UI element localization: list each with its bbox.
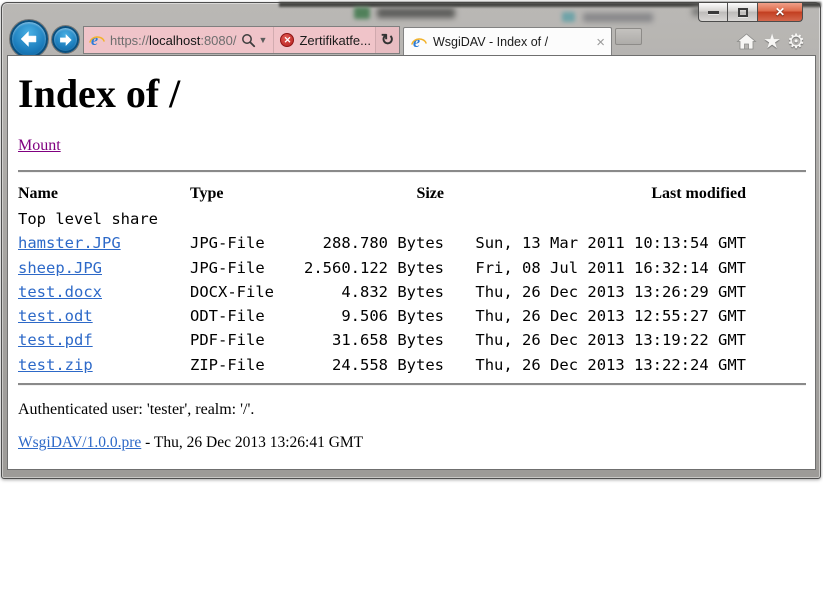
divider-top: [18, 170, 806, 173]
page-title: Index of /: [18, 72, 806, 116]
refresh-icon: ↻: [381, 30, 394, 50]
file-modified: Sun, 13 Mar 2011 10:13:54 GMT: [444, 231, 746, 255]
address-bar[interactable]: e https://localhost:8080/ ▼ ✕ Zertifikat…: [83, 26, 400, 54]
table-note-row: Top level share: [18, 207, 746, 231]
file-link[interactable]: sheep.JPG: [18, 259, 102, 277]
column-header: Size: [291, 181, 444, 207]
maximize-icon: [738, 8, 748, 17]
file-size: 24.558 Bytes: [291, 353, 444, 377]
file-link[interactable]: test.odt: [18, 307, 93, 325]
column-header: Name: [18, 181, 190, 207]
file-link[interactable]: hamster.JPG: [18, 234, 121, 252]
search-dropdown-caret-icon[interactable]: ▼: [259, 35, 268, 45]
svg-text:e: e: [91, 32, 98, 48]
file-modified: Thu, 26 Dec 2013 13:19:22 GMT: [444, 328, 746, 352]
table-row: test.odt ODT-File 9.506 Bytes Thu, 26 De…: [18, 304, 746, 328]
mount-link[interactable]: Mount: [18, 137, 61, 154]
certificate-error-icon: ✕: [280, 33, 294, 47]
forward-arrow-icon: [58, 33, 73, 47]
forward-button[interactable]: [52, 26, 79, 53]
file-modified: Thu, 26 Dec 2013 12:55:27 GMT: [444, 304, 746, 328]
home-icon[interactable]: [736, 32, 757, 52]
tab-wsgidav[interactable]: e WsgiDAV - Index of / ×: [403, 27, 612, 56]
table-row: hamster.JPG JPG-File 288.780 Bytes Sun, …: [18, 231, 746, 255]
file-size: 31.658 Bytes: [291, 328, 444, 352]
table-row: sheep.JPG JPG-File 2.560.122 Bytes Fri, …: [18, 256, 746, 280]
ie-tab-icon: e: [411, 34, 427, 50]
file-link[interactable]: test.docx: [18, 283, 102, 301]
file-type: JPG-File: [190, 231, 291, 255]
file-size: 2.560.122 Bytes: [291, 256, 444, 280]
file-link[interactable]: test.zip: [18, 356, 93, 374]
favorites-star-icon[interactable]: ★: [763, 32, 781, 52]
divider-bottom: [18, 383, 806, 386]
command-bar: ★ ⚙: [736, 32, 805, 52]
wsgidav-version-link[interactable]: WsgiDAV/1.0.0.pre: [18, 434, 141, 451]
refresh-button[interactable]: ↻: [375, 27, 399, 53]
close-icon: ✕: [775, 6, 785, 18]
wsgidav-index-page: Index of / Mount NameTypeSizeLast modifi…: [8, 72, 815, 452]
column-header: Last modified: [444, 181, 746, 207]
server-timestamp: - Thu, 26 Dec 2013 13:26:41 GMT: [141, 434, 363, 451]
background-blur-icon: [562, 12, 575, 22]
background-blur-text: [377, 8, 455, 18]
window-controls: ✕: [698, 3, 803, 22]
file-type: JPG-File: [190, 256, 291, 280]
back-button[interactable]: [10, 20, 48, 58]
tab-close-icon[interactable]: ×: [596, 35, 605, 50]
close-window-button[interactable]: ✕: [758, 3, 803, 22]
file-size: 9.506 Bytes: [291, 304, 444, 328]
new-tab-button[interactable]: [615, 28, 642, 45]
server-signature-line: WsgiDAV/1.0.0.pre - Thu, 26 Dec 2013 13:…: [18, 433, 806, 452]
table-row: test.zip ZIP-File 24.558 Bytes Thu, 26 D…: [18, 353, 746, 377]
file-size: 288.780 Bytes: [291, 231, 444, 255]
settings-gear-icon[interactable]: ⚙: [787, 32, 805, 52]
certificate-error-label: Zertifikatfe...: [299, 33, 371, 48]
maximize-button[interactable]: [728, 3, 758, 22]
auth-status-line: Authenticated user: 'tester', realm: '/'…: [18, 400, 806, 419]
file-size: 4.832 Bytes: [291, 280, 444, 304]
ie-favicon: e: [89, 32, 105, 48]
search-icon[interactable]: [241, 33, 256, 48]
file-modified: Thu, 26 Dec 2013 13:26:29 GMT: [444, 280, 746, 304]
file-listing-table: NameTypeSizeLast modified Top level shar…: [18, 181, 746, 377]
screenshot-stage: ✕ e https://localhost:8080/ ▼: [0, 0, 823, 600]
minimize-button[interactable]: [698, 3, 728, 22]
url-host: localhost: [149, 33, 200, 48]
minimize-icon: [708, 11, 719, 14]
table-row: test.docx DOCX-File 4.832 Bytes Thu, 26 …: [18, 280, 746, 304]
share-note: Top level share: [18, 207, 746, 231]
url-text[interactable]: https://localhost:8080/: [110, 33, 237, 48]
url-rest: :8080/: [200, 33, 236, 48]
file-type: ODT-File: [190, 304, 291, 328]
file-modified: Fri, 08 Jul 2011 16:32:14 GMT: [444, 256, 746, 280]
browser-window: ✕ e https://localhost:8080/ ▼: [1, 2, 821, 479]
table-row: test.pdf PDF-File 31.658 Bytes Thu, 26 D…: [18, 328, 746, 352]
file-link[interactable]: test.pdf: [18, 331, 93, 349]
table-header-row: NameTypeSizeLast modified: [18, 181, 746, 207]
file-type: ZIP-File: [190, 353, 291, 377]
page-viewport: Index of / Mount NameTypeSizeLast modifi…: [7, 55, 816, 470]
column-header: Type: [190, 181, 291, 207]
file-type: PDF-File: [190, 328, 291, 352]
certificate-error-button[interactable]: ✕ Zertifikatfe...: [273, 27, 375, 53]
tab-title: WsgiDAV - Index of /: [433, 35, 592, 49]
svg-text:e: e: [413, 34, 420, 50]
background-blur-text: [583, 13, 653, 22]
back-arrow-icon: [19, 30, 39, 48]
background-blur-icon: [354, 7, 370, 19]
file-type: DOCX-File: [190, 280, 291, 304]
url-scheme: https://: [110, 33, 149, 48]
file-modified: Thu, 26 Dec 2013 13:22:24 GMT: [444, 353, 746, 377]
